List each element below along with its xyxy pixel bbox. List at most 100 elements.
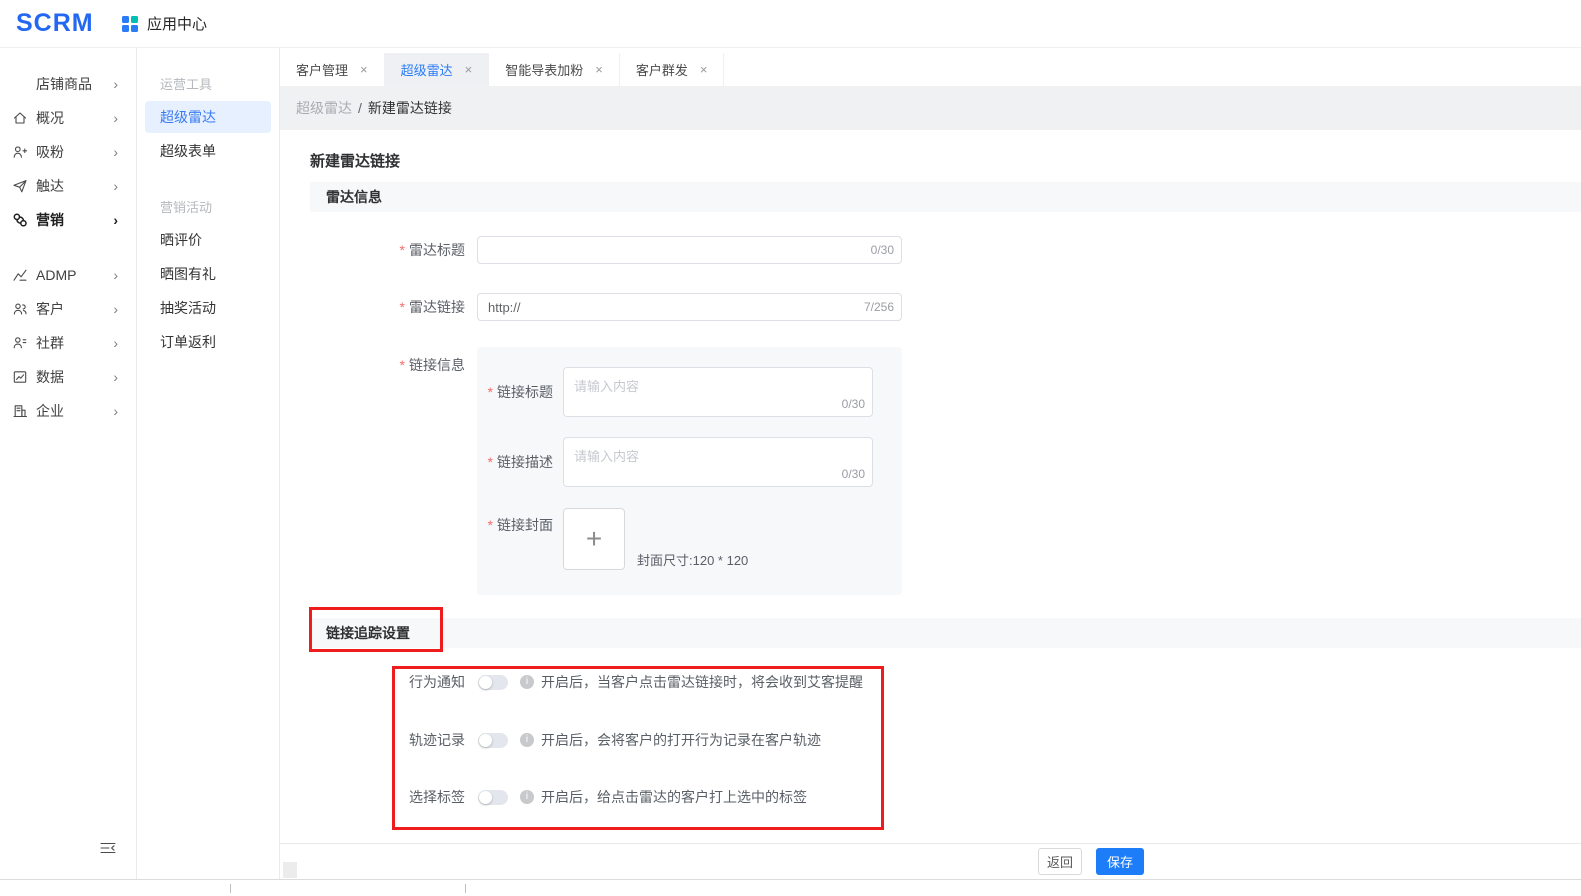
app-center-label[interactable]: 应用中心 [147,13,207,34]
cover-upload-box[interactable]: + [563,508,625,570]
collapse-sidebar-icon[interactable] [99,840,117,856]
chevron-right-icon: › [113,110,118,126]
send-icon [12,178,28,194]
scrm-app: SCRM 应用中心 店铺商品 › 概况 › 吸粉 › 触达 › [0,0,1581,896]
topbar: SCRM 应用中心 [0,0,1581,48]
breadcrumb-current: 新建雷达链接 [368,98,452,118]
info-icon: i [520,790,534,804]
page-title: 新建雷达链接 [310,150,400,171]
radar-link-input[interactable] [477,293,902,321]
link-info-label: 链接信息 [409,357,465,373]
footer-bar: 返回 保存 [280,843,1581,878]
submenu-item-super-radar[interactable]: 超级雷达 [145,101,271,133]
link-info-panel: *链接标题 0/30 *链接描述 0/30 *链接封面 [477,347,902,595]
sidebar-item-customers[interactable]: 客户 › [0,292,136,326]
breadcrumb-separator: / [358,100,362,116]
cover-size-hint: 封面尺寸:120 * 120 [637,550,748,569]
sidebar-item-reach[interactable]: 触达 › [0,169,136,203]
back-button[interactable]: 返回 [1038,848,1082,875]
chevron-right-icon: › [113,267,118,283]
share-icon [12,212,28,228]
submenu-section-operation-tools: 运营工具 [160,74,279,93]
scrollbar-thumb[interactable] [283,862,297,878]
required-mark: * [400,299,405,315]
submenu-item-photo-reward[interactable]: 晒图有礼 [145,258,271,290]
radar-title-row: *雷达标题 0/30 [280,236,902,264]
scrm-logo: SCRM [16,9,108,38]
track-record-row: 轨迹记录 i 开启后，会将客户的打开行为记录在客户轨迹 [280,726,821,754]
required-mark: * [400,357,405,373]
radar-link-label: 雷达链接 [409,299,465,315]
link-desc-row: *链接描述 0/30 [477,437,873,487]
tab-customer-mass-send[interactable]: 客户群发 × [620,53,725,86]
sidebar-item-marketing[interactable]: 营销 › [0,203,136,237]
sidebar-item-community[interactable]: 社群 › [0,326,136,360]
primary-sidebar: 店铺商品 › 概况 › 吸粉 › 触达 › 营销 › [0,48,137,879]
radar-title-label: 雷达标题 [409,242,465,258]
chevron-right-icon: › [113,335,118,351]
main-content: 客户管理 × 超级雷达 × 智能导表加粉 × 客户群发 × 超级雷达 / 新建雷… [280,48,1581,896]
radar-title-counter: 0/30 [871,243,894,257]
breadcrumb-parent[interactable]: 超级雷达 [296,98,352,118]
select-tag-row: 选择标签 i 开启后，给点击雷达的客户打上选中的标签 [280,783,807,811]
chevron-right-icon: › [113,369,118,385]
bottom-tick [465,884,466,893]
radar-link-counter: 7/256 [864,300,894,314]
section-link-tracking: 链接追踪设置 [310,618,1581,648]
sidebar-item-attract-fans[interactable]: 吸粉 › [0,135,136,169]
save-button[interactable]: 保存 [1096,848,1144,875]
customers-icon [12,301,28,317]
behavior-notify-toggle[interactable] [478,675,508,690]
link-desc-input[interactable] [563,437,873,487]
submenu-item-lucky-draw[interactable]: 抽奖活动 [145,292,271,324]
track-record-desc: 开启后，会将客户的打开行为记录在客户轨迹 [541,730,821,750]
sidebar-item-shop[interactable]: 店铺商品 › [0,67,136,101]
sidebar-item-enterprise[interactable]: 企业 › [0,394,136,428]
link-title-input[interactable] [563,367,873,417]
behavior-notify-row: 行为通知 i 开启后，当客户点击雷达链接时，将会收到艾客提醒 [280,668,863,696]
required-mark: * [488,517,493,533]
close-icon[interactable]: × [700,62,708,77]
tab-super-radar[interactable]: 超级雷达 × [385,53,490,86]
tab-customer-management[interactable]: 客户管理 × [280,53,385,86]
plus-icon: + [586,525,602,553]
submenu-item-super-form[interactable]: 超级表单 [145,135,271,167]
app-center-grid-icon[interactable] [122,16,138,32]
close-icon[interactable]: × [465,62,473,77]
submenu-section-marketing-activities: 营销活动 [160,197,279,216]
building-icon [12,403,28,419]
tab-smart-import-fans[interactable]: 智能导表加粉 × [489,53,620,86]
user-add-icon [12,144,28,160]
tab-bar: 客户管理 × 超级雷达 × 智能导表加粉 × 客户群发 × [280,48,1581,86]
link-desc-label: 链接描述 [497,454,553,470]
link-cover-label: 链接封面 [497,517,553,533]
submenu-item-review-share[interactable]: 晒评价 [145,224,271,256]
radar-title-input[interactable] [477,236,902,264]
info-icon: i [520,675,534,689]
sidebar-item-data[interactable]: 数据 › [0,360,136,394]
track-record-toggle[interactable] [478,733,508,748]
sidebar-item-admp[interactable]: ADMP › [0,258,136,292]
link-title-counter: 0/30 [842,397,865,411]
data-chart-icon [12,369,28,385]
chart-icon [12,267,28,283]
chevron-right-icon: › [113,178,118,194]
radar-link-row: *雷达链接 7/256 [280,293,902,321]
close-icon[interactable]: × [360,62,368,77]
bottom-divider [0,879,1581,880]
sidebar-item-overview[interactable]: 概况 › [0,101,136,135]
chevron-right-icon: › [113,76,118,92]
link-desc-counter: 0/30 [842,467,865,481]
behavior-notify-label: 行为通知 [280,672,465,692]
select-tag-desc: 开启后，给点击雷达的客户打上选中的标签 [541,787,807,807]
submenu-item-order-rebate[interactable]: 订单返利 [145,326,271,358]
close-icon[interactable]: × [595,62,603,77]
secondary-sidebar: 运营工具 超级雷达 超级表单 营销活动 晒评价 晒图有礼 抽奖活动 订单返利 [137,48,280,879]
select-tag-toggle[interactable] [478,790,508,805]
chevron-right-icon: › [113,403,118,419]
behavior-notify-desc: 开启后，当客户点击雷达链接时，将会收到艾客提醒 [541,672,863,692]
link-title-row: *链接标题 0/30 [477,367,873,417]
chevron-right-icon: › [113,301,118,317]
required-mark: * [488,384,493,400]
required-mark: * [488,454,493,470]
